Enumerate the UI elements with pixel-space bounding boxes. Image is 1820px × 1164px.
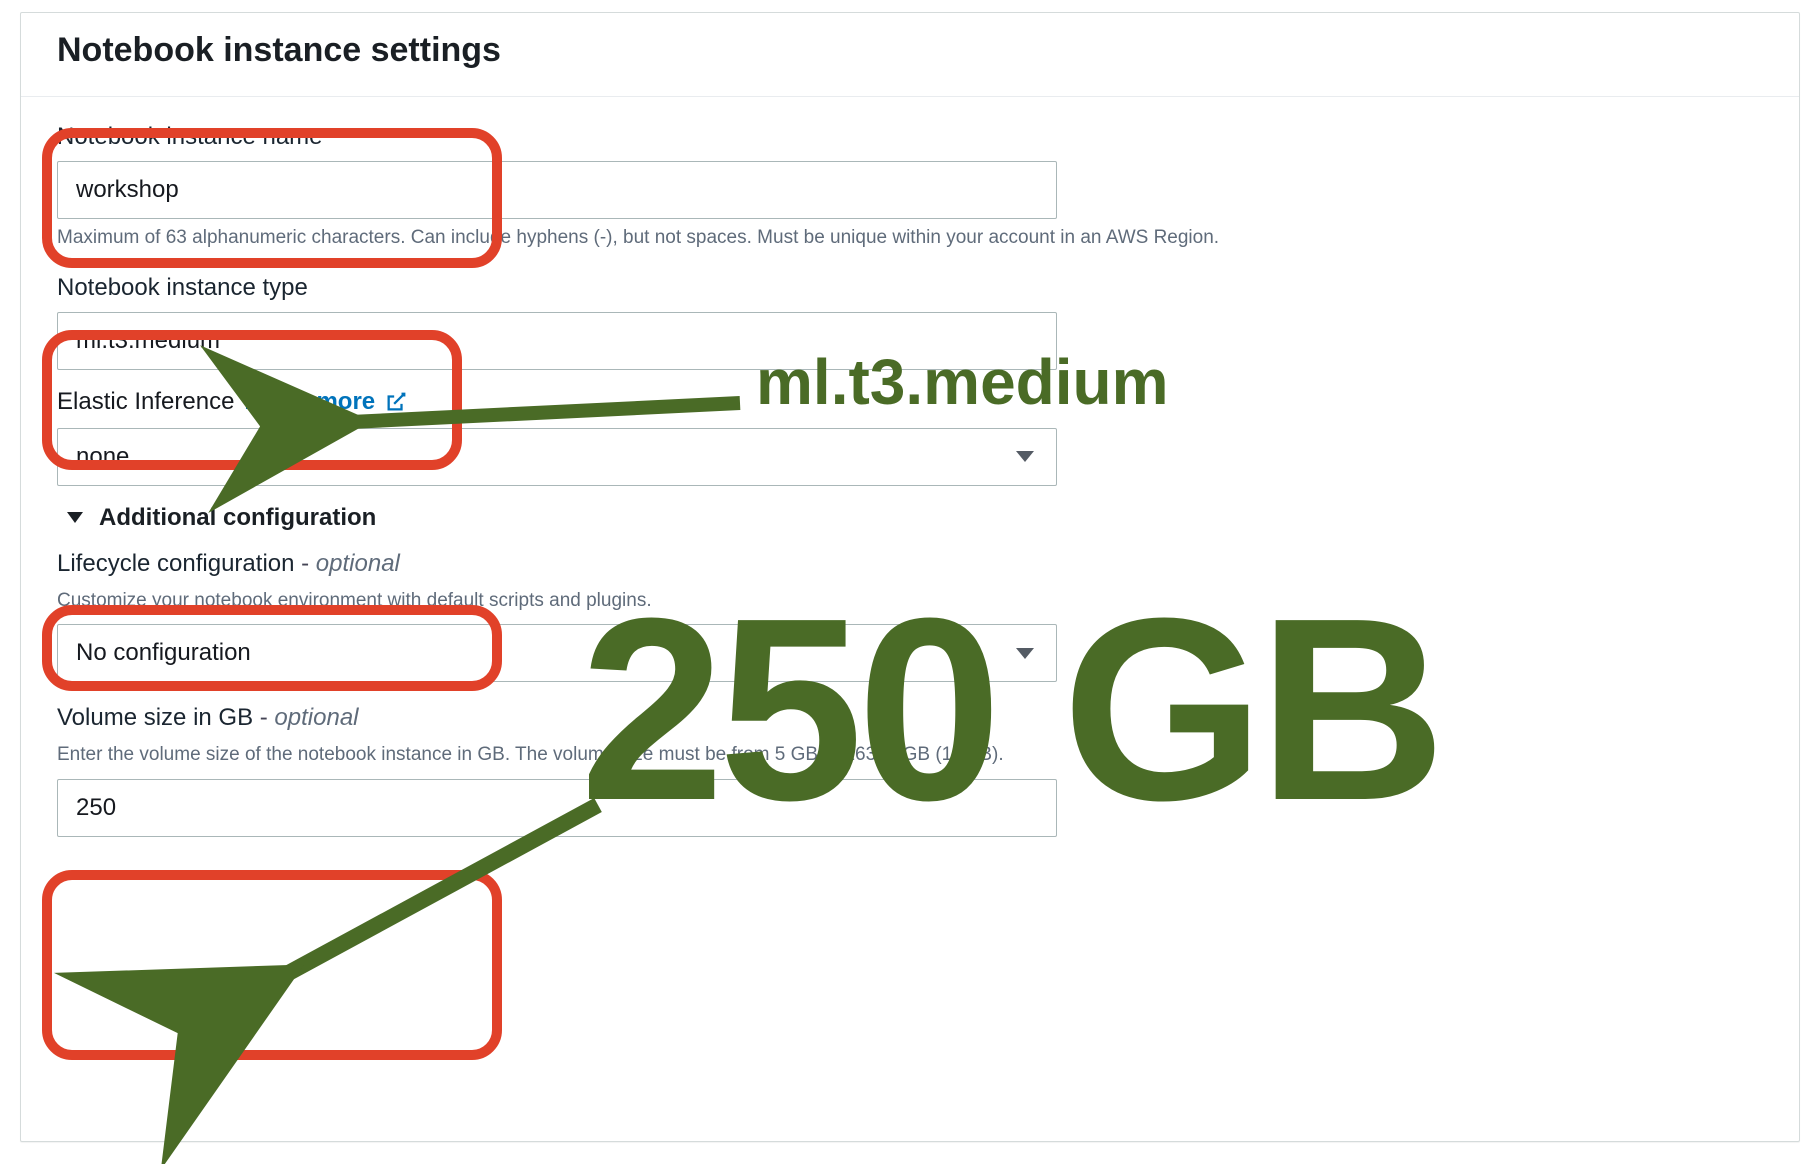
caret-down-icon	[67, 512, 83, 523]
panel-title: Notebook instance settings	[57, 31, 1763, 70]
ei-label: Elastic Inference	[57, 388, 234, 416]
external-link-icon	[385, 391, 407, 413]
settings-panel: Notebook instance settings Notebook inst…	[20, 12, 1800, 1142]
chevron-down-icon	[1016, 648, 1034, 659]
volume-input[interactable]: 250	[57, 779, 1057, 837]
volume-hint: Enter the volume size of the notebook in…	[57, 742, 1763, 769]
name-value: workshop	[76, 176, 179, 204]
ei-select[interactable]: none	[57, 428, 1057, 486]
name-hint: Maximum of 63 alphanumeric characters. C…	[57, 225, 1763, 252]
lifecycle-value: No configuration	[76, 639, 251, 667]
type-select[interactable]: ml.t3.medium	[57, 312, 1057, 370]
ei-value: none	[76, 443, 129, 471]
ei-learn-more-link[interactable]: Learn more	[244, 388, 375, 416]
chevron-down-icon	[1016, 451, 1034, 462]
additional-config-expander[interactable]: Additional configuration	[57, 486, 1763, 550]
name-input[interactable]: workshop	[57, 161, 1057, 219]
volume-label: Volume size in GB - optional	[57, 704, 1763, 732]
type-label: Notebook instance type	[57, 274, 1763, 302]
lifecycle-hint: Customize your notebook environment with…	[57, 588, 1763, 615]
name-label: Notebook instance name	[57, 123, 1763, 151]
panel-header: Notebook instance settings	[21, 13, 1799, 97]
type-value: ml.t3.medium	[76, 327, 220, 355]
volume-value: 250	[76, 794, 116, 822]
lifecycle-select[interactable]: No configuration	[57, 624, 1057, 682]
lifecycle-label: Lifecycle configuration - optional	[57, 550, 1763, 578]
additional-config-label: Additional configuration	[99, 504, 376, 532]
